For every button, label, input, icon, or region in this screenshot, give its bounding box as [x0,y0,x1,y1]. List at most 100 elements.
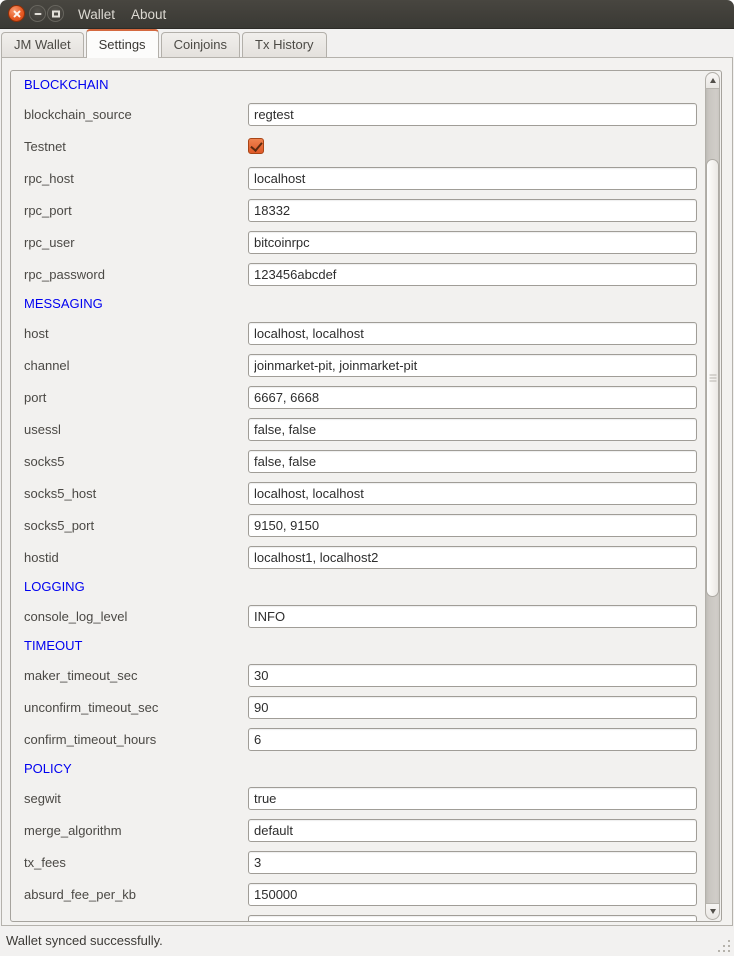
field-row-usessl: usessl [11,413,705,445]
vertical-scrollbar[interactable] [705,72,720,920]
arrow-down-icon [710,909,716,914]
menu-item-wallet[interactable]: Wallet [78,0,115,29]
field-row-field [11,910,705,921]
field-label-merge-algorithm: merge_algorithm [24,823,248,838]
field-label-socks5-port: socks5_port [24,518,248,533]
field-row-merge-algorithm: merge_algorithm [11,814,705,846]
input-usessl[interactable] [248,418,697,441]
field-label-testnet: Testnet [24,139,248,154]
input-rpc-host[interactable] [248,167,697,190]
input-socks5[interactable] [248,450,697,473]
field-label-unconfirm-timeout-sec: unconfirm_timeout_sec [24,700,248,715]
section-header-policy: POLICY [11,755,705,782]
input-rpc-port[interactable] [248,199,697,222]
close-icon [9,6,24,21]
field-row-host: host [11,317,705,349]
minimize-icon [34,13,41,15]
field-label-rpc-password: rpc_password [24,267,248,282]
input-absurd-fee-per-kb[interactable] [248,883,697,906]
testnet-checkbox[interactable] [248,138,264,154]
status-text: Wallet synced successfully. [6,933,163,948]
field-label-blockchain-source: blockchain_source [24,107,248,122]
field-label-host: host [24,326,248,341]
input-hostid[interactable] [248,546,697,569]
field-row-unconfirm-timeout-sec: unconfirm_timeout_sec [11,691,705,723]
window-close-button[interactable] [8,5,25,22]
field-label-hostid: hostid [24,550,248,565]
field-label-rpc-host: rpc_host [24,171,248,186]
input-socks5-host[interactable] [248,482,697,505]
field-row-console-log-level: console_log_level [11,600,705,632]
field-row-confirm-timeout-hours: confirm_timeout_hours [11,723,705,755]
window-minimize-button[interactable] [29,5,46,22]
scrollbar-down-button[interactable] [706,903,719,919]
section-header-logging: LOGGING [11,573,705,600]
field-row-absurd-fee-per-kb: absurd_fee_per_kb [11,878,705,910]
field-label-port: port [24,390,248,405]
field-label-console-log-level: console_log_level [24,609,248,624]
field-row-port: port [11,381,705,413]
tab-coinjoins[interactable]: Coinjoins [161,32,240,57]
input-unconfirm-timeout-sec[interactable] [248,696,697,719]
titlebar: Wallet About [0,0,734,29]
resize-grip-icon [728,950,730,952]
input-channel[interactable] [248,354,697,377]
field-row-channel: channel [11,349,705,381]
settings-pane: BLOCKCHAIN blockchain_source Testnet rpc_ho… [1,57,733,926]
input-segwit[interactable] [248,787,697,810]
field-row-socks5-host: socks5_host [11,477,705,509]
input-rpc-password[interactable] [248,263,697,286]
field-row-rpc-host: rpc_host [11,162,705,194]
field-label-maker-timeout-sec: maker_timeout_sec [24,668,248,683]
input-partial[interactable] [248,915,697,922]
settings-form: BLOCKCHAIN blockchain_source Testnet rpc_ho… [11,71,705,921]
field-label-segwit: segwit [24,791,248,806]
input-tx-fees[interactable] [248,851,697,874]
input-maker-timeout-sec[interactable] [248,664,697,687]
input-confirm-timeout-hours[interactable] [248,728,697,751]
field-row-maker-timeout-sec: maker_timeout_sec [11,659,705,691]
field-row-tx-fees: tx_fees [11,846,705,878]
scrollbar-up-button[interactable] [706,73,719,89]
field-row-segwit: segwit [11,782,705,814]
window-maximize-button[interactable] [47,5,64,22]
tab-settings[interactable]: Settings [86,29,159,58]
checkmark-icon [250,139,262,152]
input-console-log-level[interactable] [248,605,697,628]
field-row-socks5-port: socks5_port [11,509,705,541]
field-row-hostid: hostid [11,541,705,573]
tab-jm-wallet[interactable]: JM Wallet [1,32,84,57]
field-label-rpc-user: rpc_user [24,235,248,250]
field-row-blockchain-source: blockchain_source [11,98,705,130]
section-header-blockchain: BLOCKCHAIN [11,71,705,98]
field-label-confirm-timeout-hours: confirm_timeout_hours [24,732,248,747]
field-row-rpc-password: rpc_password [11,258,705,290]
field-label-channel: channel [24,358,248,373]
field-label-tx-fees: tx_fees [24,855,248,870]
input-merge-algorithm[interactable] [248,819,697,842]
maximize-icon [52,10,60,17]
field-label-usessl: usessl [24,422,248,437]
section-header-timeout: TIMEOUT [11,632,705,659]
field-label-socks5: socks5 [24,454,248,469]
field-label-rpc-port: rpc_port [24,203,248,218]
input-host[interactable] [248,322,697,345]
statusbar: Wallet synced successfully. [0,926,734,956]
resize-grip[interactable] [716,938,732,954]
input-blockchain-source[interactable] [248,103,697,126]
tab-bar: JM WalletSettingsCoinjoinsTx History [0,29,734,57]
arrow-up-icon [710,78,716,83]
field-label-absurd-fee-per-kb: absurd_fee_per_kb [24,887,248,902]
scrollbar-thumb[interactable] [706,159,719,597]
menu-item-about[interactable]: About [131,0,166,29]
field-label-socks5-host: socks5_host [24,486,248,501]
input-socks5-port[interactable] [248,514,697,537]
field-row-rpc-user: rpc_user [11,226,705,258]
tab-tx-history[interactable]: Tx History [242,32,327,57]
scrollbar-grip-icon [709,375,716,382]
input-port[interactable] [248,386,697,409]
app-window: Wallet About JM WalletSettingsCoinjoinsT… [0,0,734,956]
field-row-rpc-port: rpc_port [11,194,705,226]
section-header-messaging: MESSAGING [11,290,705,317]
input-rpc-user[interactable] [248,231,697,254]
